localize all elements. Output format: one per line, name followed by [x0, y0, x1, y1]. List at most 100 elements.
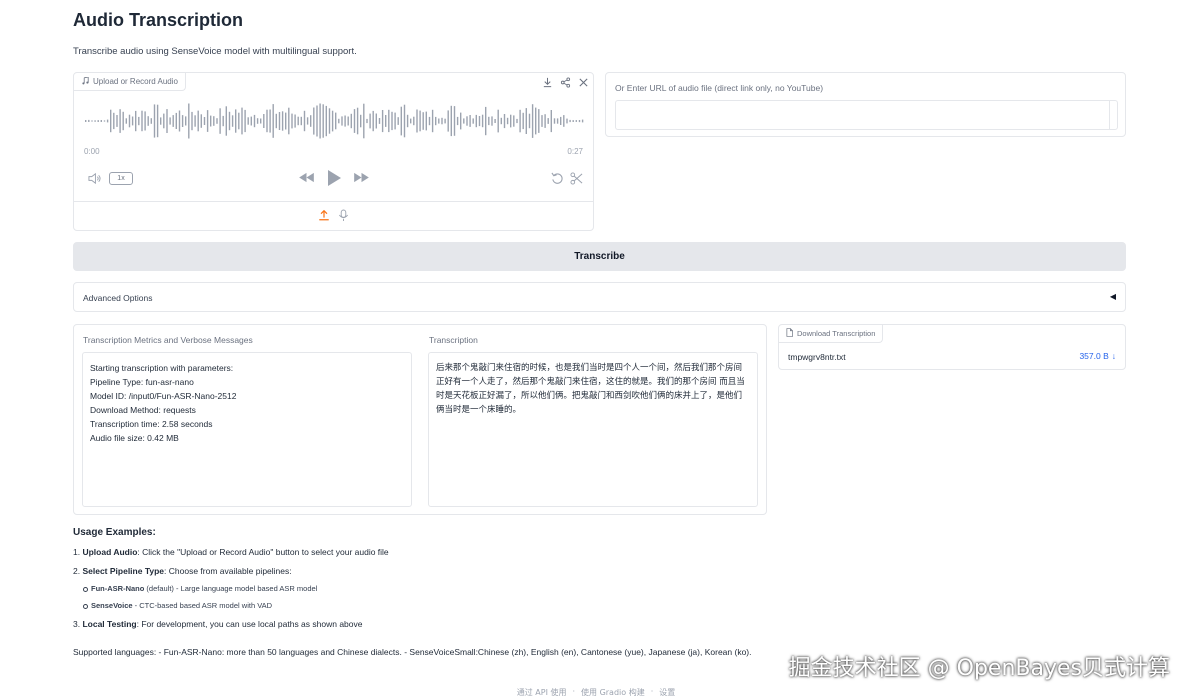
metrics-line: Pipeline Type: fun-asr-nano — [90, 377, 194, 387]
waveform-bar — [213, 116, 215, 126]
trim-scissors-icon[interactable] — [570, 172, 583, 185]
audio-waveform[interactable] — [84, 101, 584, 141]
waveform-bar — [453, 106, 456, 136]
url-input-scrollbar[interactable] — [1109, 101, 1117, 129]
close-icon[interactable] — [577, 76, 589, 88]
waveform-bar — [475, 114, 477, 128]
play-icon[interactable] — [326, 169, 342, 187]
waveform-bar — [163, 113, 165, 129]
waveform-bar — [253, 114, 256, 128]
download-file-row[interactable]: tmpwgrv8ntr.txt 357.0 B ↓ — [779, 345, 1125, 369]
waveform-bar — [419, 110, 421, 132]
share-icon[interactable] — [559, 76, 571, 88]
audio-upload-panel: Upload or Record Audio 0:00 0:27 1x — [73, 72, 594, 231]
playback-controls: 1x — [74, 169, 593, 189]
waveform-bar — [519, 109, 521, 133]
playback-speed-button[interactable]: 1x — [109, 172, 133, 185]
waveform-bar — [410, 118, 412, 124]
transcription-label: Transcription — [429, 335, 478, 345]
waveform-bar — [569, 119, 571, 123]
waveform-bar — [94, 120, 96, 122]
waveform-bar — [485, 106, 487, 136]
waveform-bar — [216, 118, 218, 124]
waveform-bar — [294, 114, 296, 128]
waveform-bar — [178, 110, 181, 132]
download-arrow-icon[interactable]: ↓ — [1112, 351, 1116, 361]
audio-panel-label: Upload or Record Audio — [74, 73, 186, 91]
waveform-bar — [553, 118, 556, 124]
waveform-bar — [538, 109, 540, 133]
waveform-bar — [550, 110, 552, 133]
upload-icon[interactable] — [318, 209, 330, 221]
waveform-bar — [131, 116, 134, 126]
download-file-name[interactable]: tmpwgrv8ntr.txt — [788, 352, 846, 362]
audio-divider — [74, 201, 593, 202]
metrics-output[interactable]: Starting transcription with parameters: … — [82, 352, 412, 507]
waveform-bar — [135, 110, 137, 132]
waveform-bar — [491, 116, 493, 126]
waveform-bar — [425, 111, 427, 131]
music-note-icon — [81, 76, 89, 87]
microphone-icon[interactable] — [338, 209, 349, 222]
waveform-bar — [210, 115, 212, 127]
download-file-size[interactable]: 357.0 B ↓ — [1079, 351, 1116, 361]
waveform-bar — [206, 110, 209, 132]
waveform-bar — [306, 117, 309, 125]
waveform-bar — [191, 111, 193, 131]
waveform-bar — [378, 118, 381, 124]
usage-step-3: 3. Local Testing: For development, you c… — [73, 619, 362, 629]
usage-sub-text: (default) - Large language model based A… — [144, 584, 318, 593]
transcribe-button[interactable]: Transcribe — [73, 242, 1126, 271]
waveform-bar — [116, 115, 118, 127]
audio-url-panel: Or Enter URL of audio file (direct link … — [605, 72, 1126, 137]
usage-sub-text: - CTC-based based ASR model with VAD — [132, 601, 273, 610]
waveform-bar — [272, 104, 274, 138]
metrics-line: Download Method: requests — [90, 405, 196, 415]
footer-settings-link[interactable]: 设置 — [659, 687, 675, 698]
transcription-output[interactable]: 后来那个鬼敲门来住宿的时候，也是我们当时是四个人一个间，然后我们那个房间正好有一… — [428, 352, 758, 507]
usage-sub-item: Fun-ASR-Nano (default) - Large language … — [82, 584, 318, 593]
waveform-bar — [188, 103, 190, 139]
reset-icon[interactable] — [551, 172, 564, 185]
metrics-line: Model ID: /input0/Fun-ASR-Nano-2512 — [90, 391, 237, 401]
waveform-bar — [156, 104, 159, 138]
waveform-bar — [260, 118, 262, 124]
footer-api-link[interactable]: 通过 API 使用 — [517, 687, 567, 698]
download-label-text: Download Transcription — [797, 329, 876, 338]
skip-backward-icon[interactable] — [298, 172, 315, 183]
waveform-bar — [435, 116, 437, 126]
waveform-bar — [428, 116, 431, 126]
volume-icon[interactable] — [87, 172, 102, 185]
waveform-bar — [197, 110, 199, 132]
collapse-arrow-icon[interactable]: ◀ — [1110, 292, 1116, 301]
waveform-bar — [266, 109, 268, 133]
waveform-bar — [100, 120, 102, 122]
waveform-bar — [522, 112, 524, 130]
skip-forward-icon[interactable] — [353, 172, 370, 183]
waveform-bar — [560, 116, 562, 125]
waveform-bar — [541, 115, 543, 127]
usage-sub-heading: Fun-ASR-Nano — [91, 584, 145, 593]
waveform-bar — [466, 116, 468, 126]
advanced-options-accordion[interactable]: Advanced Options ◀ — [73, 282, 1126, 312]
waveform-bar — [481, 114, 484, 128]
waveform-bar — [528, 113, 531, 129]
waveform-bar — [406, 114, 409, 128]
waveform-bar — [203, 117, 206, 125]
waveform-bar — [147, 116, 149, 126]
download-icon[interactable] — [541, 76, 553, 88]
waveform-bar — [444, 118, 446, 124]
waveform-bar — [247, 117, 249, 125]
waveform-bar — [385, 115, 387, 127]
waveform-bar — [581, 119, 584, 123]
waveform-bar — [544, 114, 546, 128]
metrics-line: Starting transcription with parameters: — [90, 363, 234, 373]
footer-gradio-link[interactable]: 使用 Gradio 构建 — [581, 687, 645, 698]
audio-url-input[interactable] — [615, 100, 1118, 130]
waveform-bar — [125, 118, 127, 124]
file-icon — [786, 328, 793, 339]
waveform-bar — [422, 112, 424, 130]
waveform-bar — [225, 106, 227, 136]
waveform-bar — [241, 107, 243, 135]
waveform-bar — [460, 112, 462, 130]
